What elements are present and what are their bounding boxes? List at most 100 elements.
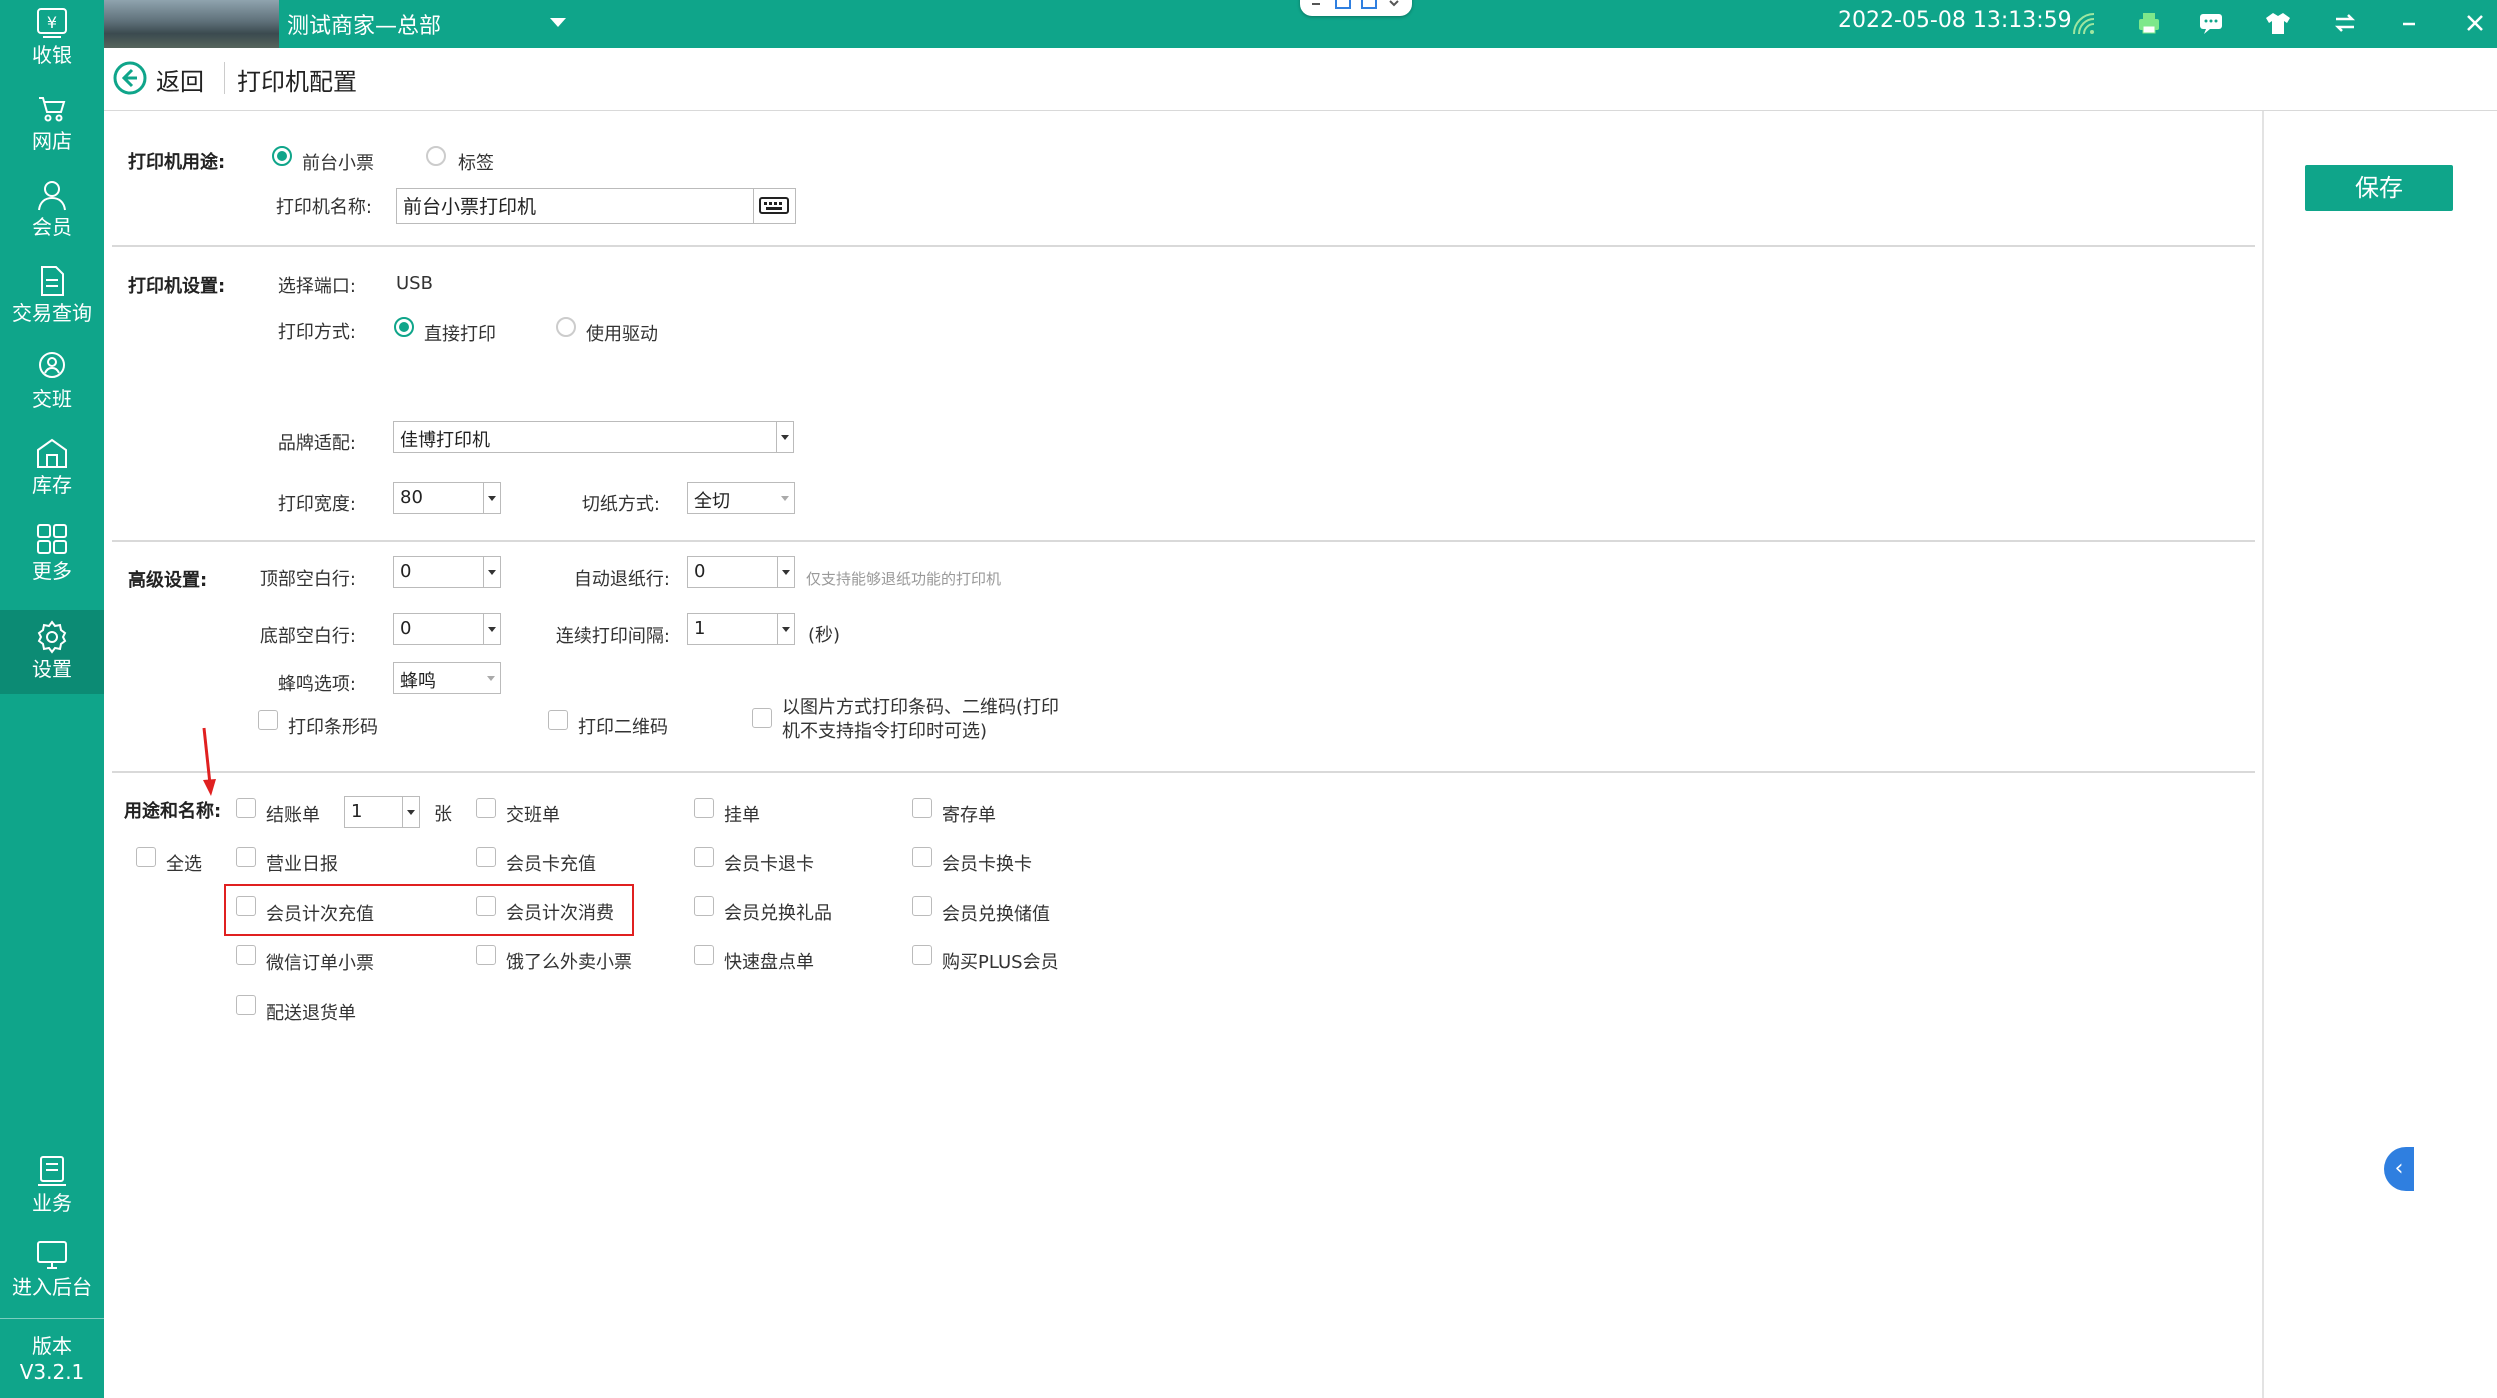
sidebar-item-business[interactable]: 业务 [0,1150,104,1236]
sidebar-item-label: 业务 [32,1191,72,1215]
sidebar-item-settings[interactable]: 设置 [0,610,104,694]
usage-checkbox[interactable] [912,847,932,867]
copies-select[interactable]: 1 [344,796,420,828]
chevron-down-icon[interactable] [550,18,566,27]
usage-checkbox[interactable] [476,945,496,965]
chevron-left-icon: ‹ [2394,1156,2404,1181]
print-barcode-checkbox[interactable] [258,710,278,730]
store-banner-image [104,0,279,48]
virtual-keyboard-button[interactable] [754,188,796,224]
auto-retract-note: 仅支持能够退纸功能的打印机 [806,570,1002,588]
image-mode-label-line1: 以图片方式打印条码、二维码(打印 [782,697,1060,718]
header-divider [224,62,225,94]
skin-shirt-icon[interactable] [2264,10,2292,36]
chevron-down-icon [483,663,500,693]
purpose-radio-receipt[interactable] [272,146,292,166]
top-blank-label: 顶部空白行: [259,569,356,590]
purpose-option-label: 标签 [458,153,494,174]
image-mode-label: 以图片方式打印条码、二维码(打印 机不支持指令打印时可选) [782,696,1059,744]
message-icon[interactable] [2198,10,2224,36]
print-method-radio-direct[interactable] [394,317,414,337]
back-arrow-icon[interactable] [112,60,148,96]
version-label: 版本 [32,1334,72,1358]
cut-mode-select[interactable]: 全切 [687,482,795,514]
toolbar-icons[interactable] [1300,0,1412,16]
print-method-label: 打印方式: [277,322,356,343]
brand-select[interactable]: 佳博打印机 [393,421,794,453]
datetime: 2022-05-08 13:13:59 [1838,8,2072,33]
sidebar-item-member[interactable]: 会员 [0,172,104,258]
sidebar-item-transaction-query[interactable]: 交易查询 [0,258,104,344]
purpose-option-receipt: 前台小票 [302,153,374,174]
section-divider [112,771,2255,773]
printer-name-input[interactable]: 前台小票打印机 [396,188,754,224]
usage-checkbox[interactable] [236,945,256,965]
usage-checkbox[interactable] [476,896,496,916]
usage-checkbox[interactable] [476,847,496,867]
sidebar-item-label: 交易查询 [12,301,92,325]
bottom-blank-select[interactable]: 0 [393,613,501,645]
port-label: 选择端口: [277,276,356,297]
sidebar-item-label: 更多 [32,559,72,583]
usage-checkbox[interactable] [912,945,932,965]
auto-retract-label: 自动退纸行: [573,569,670,590]
select-all-checkbox[interactable] [136,847,156,867]
print-width-select[interactable]: 80 [393,482,501,514]
printer-settings-section-label: 打印机设置: [128,276,226,297]
print-method-radio-driver[interactable] [556,317,576,337]
sidebar-item-label: 会员 [32,215,72,239]
beep-select[interactable]: 蜂鸣 [393,662,501,694]
minimize-icon[interactable] [2396,10,2422,36]
copies-value: 1 [351,801,363,822]
collapse-panel-button[interactable]: ‹ [2384,1147,2414,1191]
purpose-radio-label[interactable] [426,146,446,166]
chevron-down-icon [777,483,794,513]
sidebar-item-inventory[interactable]: 库存 [0,430,104,516]
usage-checkbox[interactable] [694,798,714,818]
backend-monitor-icon [37,1241,67,1269]
remote-control-toolbar[interactable] [1300,0,1412,16]
sidebar-item-online-store[interactable]: 网店 [0,86,104,172]
wifi-signal-icon[interactable] [2070,10,2096,36]
usage-checkbox[interactable] [236,995,256,1015]
print-qrcode-checkbox[interactable] [548,710,568,730]
print-interval-select[interactable]: 1 [687,613,795,645]
auto-retract-select[interactable]: 0 [687,556,795,588]
image-mode-checkbox[interactable] [752,708,772,728]
section-divider [112,245,2255,247]
usage-checkbox[interactable] [694,847,714,867]
shift-handover-icon [39,352,65,378]
save-button[interactable]: 保存 [2305,165,2453,211]
port-value: USB [396,273,433,294]
store-name[interactable]: 测试商家—总部 [287,8,441,40]
svg-text:¥: ¥ [47,13,57,32]
print-barcode-label: 打印条形码 [288,717,378,738]
sidebar-item-shift-handover[interactable]: 交班 [0,344,104,430]
settings-gear-icon [37,620,67,654]
usage-checkbox[interactable] [694,896,714,916]
sidebar-item-backend[interactable]: 进入后台 [0,1234,104,1320]
version-number: V3.2.1 [19,1360,85,1384]
sidebar-item-more[interactable]: 更多 [0,516,104,602]
usage-checkbox[interactable] [912,896,932,916]
select-all-label: 全选 [166,854,202,875]
auto-retract-value: 0 [694,561,706,582]
usage-checkbox[interactable] [236,896,256,916]
cut-mode-label: 切纸方式: [581,494,660,515]
usage-checkbox[interactable] [236,847,256,867]
sidebar-item-cashier[interactable]: ¥ 收银 [0,0,104,86]
top-blank-select[interactable]: 0 [393,556,501,588]
back-button[interactable]: 返回 [156,62,204,97]
switch-arrows-icon[interactable] [2332,10,2358,36]
close-icon[interactable] [2462,10,2488,36]
usage-checkbox[interactable] [694,945,714,965]
usage-checkbox[interactable] [476,798,496,818]
printer-status-icon[interactable] [2136,10,2162,36]
member-icon [38,181,66,211]
usage-item-label: 会员兑换储值 [942,904,1050,925]
usage-item-label: 会员兑换礼品 [724,903,832,924]
usage-checkbox[interactable] [236,798,256,818]
print-interval-unit: (秒) [808,625,841,646]
usage-checkbox[interactable] [912,798,932,818]
page-header: 返回 打印机配置 [104,48,2497,111]
